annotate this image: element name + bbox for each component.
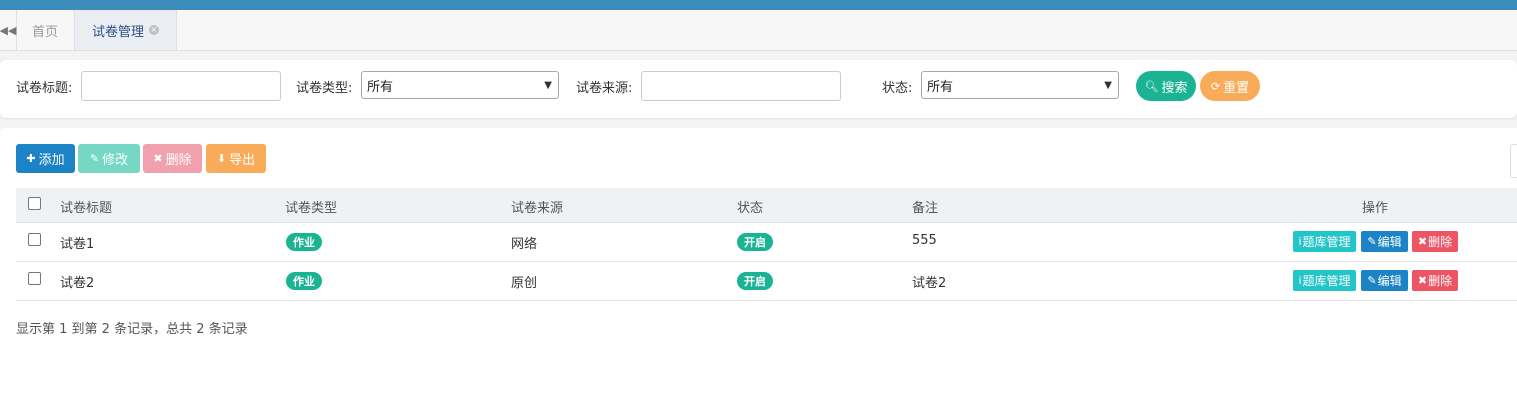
row-edit-button[interactable]: ✎ 编辑: [1361, 270, 1408, 291]
pagination-summary: 显示第 1 到第 2 条记录，总共 2 条记录: [16, 322, 248, 337]
header-paper-type[interactable]: 试卷类型: [285, 197, 337, 216]
header-actions: 操作: [1362, 201, 1389, 216]
status-value: 所有: [927, 79, 954, 95]
type-badge: 作业: [286, 272, 322, 290]
paper-title-label: 试卷标题:: [16, 81, 73, 96]
top-header-bar: [0, 0, 1517, 10]
delete-button-label: 删除: [165, 153, 192, 168]
row-edit-button[interactable]: ✎ 编辑: [1361, 231, 1408, 252]
row-edit-label: 编辑: [1377, 274, 1402, 288]
table-tool-button[interactable]: [1510, 144, 1517, 178]
question-library-label: 题库管理: [1302, 274, 1351, 288]
row-remark: 555: [912, 233, 937, 248]
list-icon: ⅰ: [1298, 235, 1302, 248]
status-badge: 开启: [737, 272, 773, 290]
paper-title-input[interactable]: [81, 71, 281, 101]
row-edit-label: 编辑: [1377, 235, 1402, 249]
export-button[interactable]: ⬇ 导出: [206, 144, 266, 173]
row-remark: 试卷2: [912, 276, 947, 291]
edit-button-label: 修改: [102, 153, 129, 168]
row-delete-button[interactable]: ✖ 删除: [1412, 231, 1458, 252]
search-button[interactable]: 🔍︎ 搜索: [1136, 71, 1196, 101]
close-icon: ✖: [1417, 235, 1428, 248]
row-paper-title: 试卷1: [60, 237, 95, 252]
row-paper-source: 原创: [511, 276, 538, 291]
row-delete-label: 删除: [1428, 274, 1453, 288]
row-paper-source: 网络: [511, 237, 538, 252]
status-label: 状态:: [882, 81, 913, 96]
tab-paper-management-label: 试卷管理: [91, 24, 144, 40]
tab-paper-management[interactable]: 试卷管理 ×: [74, 10, 177, 50]
select-all-checkbox[interactable]: [28, 197, 41, 210]
status-select[interactable]: 所有 ▼: [921, 71, 1119, 99]
tab-home[interactable]: 首页: [17, 10, 73, 50]
plus-icon: ✚: [26, 152, 36, 165]
edit-button[interactable]: ✎ 修改: [78, 144, 140, 173]
table-row: 试卷2 作业 原创 开启 试卷2 ⅰ 题库管理 ✎ 编辑 ✖ 删除: [16, 262, 1517, 301]
search-panel: 试卷标题: 试卷类型: 所有 ▼ 试卷来源: 状态: 所有 ▼ 🔍︎ 搜索 ⟳ …: [0, 60, 1517, 118]
close-icon[interactable]: ×: [149, 25, 159, 35]
header-status[interactable]: 状态: [737, 197, 763, 216]
edit-icon: ✎: [1367, 235, 1377, 248]
header-remark[interactable]: 备注: [912, 197, 938, 216]
row-delete-button[interactable]: ✖ 删除: [1412, 270, 1458, 291]
paper-type-select[interactable]: 所有 ▼: [361, 71, 559, 99]
list-icon: ⅰ: [1298, 274, 1302, 287]
question-library-button[interactable]: ⅰ 题库管理: [1293, 270, 1356, 291]
row-checkbox[interactable]: [28, 233, 41, 246]
row-delete-label: 删除: [1428, 235, 1453, 249]
search-button-label: 搜索: [1161, 80, 1188, 96]
row-paper-title: 试卷2: [60, 276, 95, 291]
question-library-button[interactable]: ⅰ 题库管理: [1293, 231, 1356, 252]
paper-source-input[interactable]: [641, 71, 841, 101]
chevron-down-icon: ▼: [1104, 79, 1112, 91]
paper-type-label: 试卷类型:: [296, 81, 353, 96]
download-icon: ⬇: [216, 152, 227, 165]
header-paper-title[interactable]: 试卷标题: [60, 197, 112, 216]
add-button-label: 添加: [38, 153, 65, 168]
tab-scroll-left-icon[interactable]: ◀◀: [0, 10, 17, 50]
paper-source-label: 试卷来源:: [576, 81, 633, 96]
close-icon: ✖: [153, 152, 163, 165]
reset-button[interactable]: ⟳ 重置: [1200, 71, 1260, 101]
edit-icon: ✎: [89, 152, 100, 165]
close-icon: ✖: [1417, 274, 1428, 287]
paper-type-value: 所有: [367, 79, 394, 95]
row-checkbox[interactable]: [28, 272, 41, 285]
type-badge: 作业: [286, 233, 322, 251]
header-paper-source[interactable]: 试卷来源: [511, 197, 563, 216]
delete-button[interactable]: ✖ 删除: [143, 144, 202, 173]
table-row: 试卷1 作业 网络 开启 555 ⅰ 题库管理 ✎ 编辑 ✖ 删除: [16, 223, 1517, 262]
export-button-label: 导出: [229, 153, 256, 168]
add-button[interactable]: ✚ 添加: [16, 144, 75, 173]
search-icon: 🔍︎: [1144, 79, 1159, 93]
refresh-icon: ⟳: [1210, 79, 1221, 93]
edit-icon: ✎: [1367, 274, 1377, 287]
tab-bar: ◀◀ 首页 试卷管理 ×: [0, 10, 1517, 51]
table-header: 试卷标题 试卷类型 试卷来源 状态 备注 操作: [16, 188, 1517, 223]
table-panel: ✚ 添加 ✎ 修改 ✖ 删除 ⬇ 导出 试卷标题 试卷类型 试卷来源 状态 备注…: [0, 128, 1517, 419]
reset-button-label: 重置: [1223, 80, 1250, 96]
chevron-down-icon: ▼: [544, 79, 552, 91]
status-badge: 开启: [737, 233, 773, 251]
question-library-label: 题库管理: [1302, 235, 1351, 249]
